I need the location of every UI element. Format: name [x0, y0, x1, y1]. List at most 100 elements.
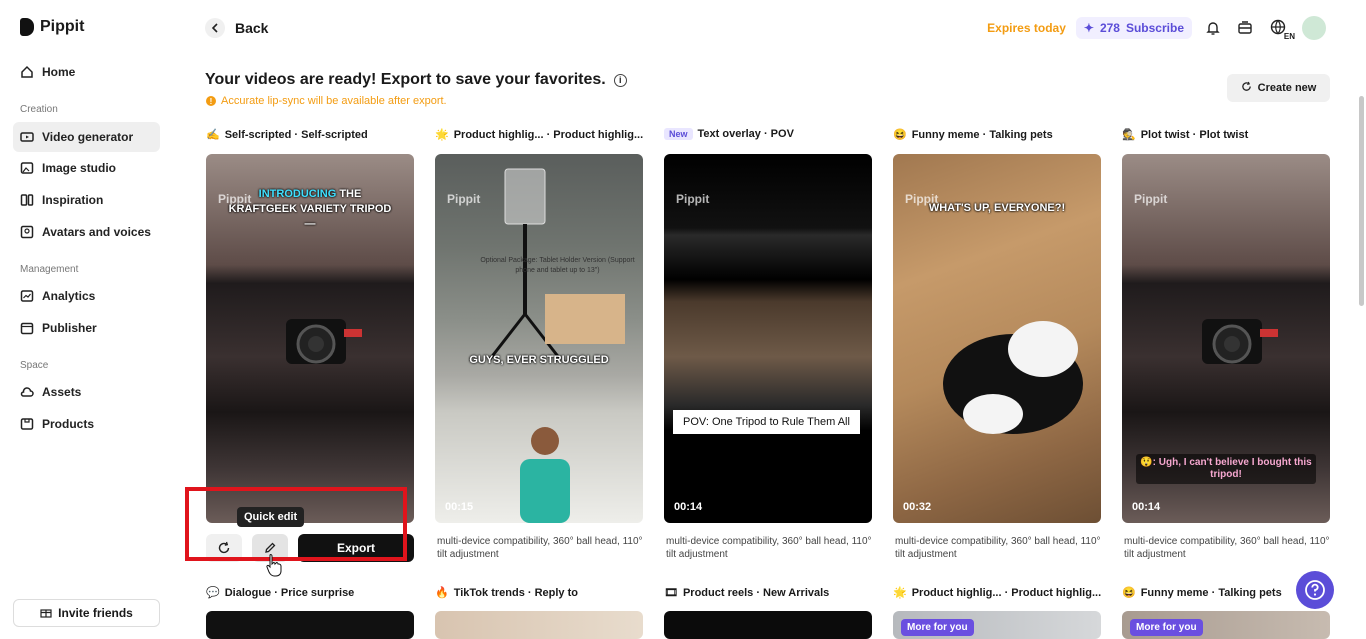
sidebar-item-image-studio[interactable]: Image studio	[13, 153, 160, 183]
bell-icon[interactable]	[1202, 17, 1224, 39]
card-title: 🕵 Plot twist · Plot twist	[1122, 128, 1249, 142]
watermark: Pippit	[676, 192, 710, 206]
video-thumbnail[interactable]: Pippit 😲: Ugh, I can't believe I bought …	[1122, 154, 1330, 523]
sidebar-item-inspiration[interactable]: Inspiration	[13, 185, 160, 215]
sidebar-item-avatars[interactable]: Avatars and voices	[13, 217, 160, 247]
new-badge: New	[664, 128, 693, 140]
sidebar-item-label: Publisher	[42, 321, 97, 335]
cloud-icon	[20, 385, 34, 399]
section-creation: Creation	[20, 104, 58, 115]
page-headline: Your videos are ready! Export to save yo…	[205, 71, 627, 89]
video-caption: multi-device compatibility, 360° ball he…	[1124, 536, 1330, 560]
avatar-icon	[20, 225, 34, 239]
card-title: 🌟 Product highlig... · Product highlig...	[893, 586, 1101, 600]
card-title: ✍ Self-scripted · Self-scripted	[206, 128, 368, 142]
star-icon: 🌟	[893, 587, 907, 599]
card-title: 😆 Funny meme · Talking pets	[1122, 586, 1282, 600]
question-icon	[1305, 580, 1325, 600]
card-title: 🔥 TikTok trends · Reply to	[435, 586, 578, 600]
video-caption: multi-device compatibility, 360° ball he…	[437, 536, 643, 560]
video-thumbnail[interactable]: Pippit POV: One Tripod to Rule Them All …	[664, 154, 872, 523]
sparkle-icon: ✦	[1083, 21, 1094, 35]
video-thumbnail[interactable]	[206, 611, 414, 639]
card-title-text: Dialogue · Price surprise	[224, 586, 355, 599]
sidebar-item-label: Assets	[42, 385, 82, 399]
info-icon[interactable]: i	[613, 73, 627, 87]
sidebar-item-label: Home	[42, 65, 76, 79]
pov-caption: POV: One Tripod to Rule Them All	[673, 410, 860, 434]
sidebar-item-video-generator[interactable]: Video generator	[13, 122, 160, 152]
video-duration: 00:14	[674, 501, 703, 513]
sidebar-item-assets[interactable]: Assets	[13, 377, 160, 407]
card-title-text: Funny meme · Talking pets	[1140, 586, 1282, 599]
subscribe-link[interactable]: Subscribe	[1126, 21, 1184, 35]
image-icon	[20, 161, 34, 175]
video-duration: 00:15	[445, 501, 474, 513]
gift-icon	[40, 606, 52, 621]
film-icon: 🎞	[664, 587, 678, 599]
warning-text: Accurate lip-sync will be available afte…	[221, 95, 447, 107]
video-icon	[20, 130, 34, 144]
card-title-text: Self-scripted · Self-scripted	[224, 128, 368, 141]
globe-language-icon[interactable]: EN	[1266, 17, 1295, 41]
camera-illustration	[286, 319, 362, 364]
home-icon	[20, 65, 34, 79]
star-icon: 🌟	[435, 129, 449, 141]
card-title-text: Text overlay · POV	[697, 128, 794, 140]
top-right-toolbar: Expires today ✦ 278 Subscribe EN	[987, 16, 1326, 41]
back-button[interactable]: Back	[205, 18, 268, 38]
calendar-icon	[20, 321, 34, 335]
cat-illustration	[943, 321, 1083, 434]
sidebar-item-publisher[interactable]: Publisher	[13, 313, 160, 343]
video-overlay-text: INTRODUCING THE KRAFTGEEK VARIETY TRIPOD…	[228, 188, 392, 230]
video-caption: multi-device compatibility, 360° ball he…	[895, 536, 1101, 560]
invite-friends-button[interactable]: Invite friends	[13, 599, 160, 627]
expires-label: Expires today	[987, 21, 1066, 35]
video-thumbnail[interactable]	[435, 611, 643, 639]
video-thumbnail[interactable]: More for you	[1122, 611, 1330, 639]
sidebar-item-products[interactable]: Products	[13, 409, 160, 439]
watermark: Pippit	[1134, 192, 1168, 206]
language-code: EN	[1283, 32, 1295, 41]
create-new-label: Create new	[1257, 82, 1317, 94]
more-for-you-badge: More for you	[1130, 619, 1203, 636]
box-illustration	[545, 294, 625, 344]
person-illustration	[520, 427, 570, 523]
credits-count: 278	[1099, 21, 1120, 35]
card-title-text: TikTok trends · Reply to	[453, 586, 578, 599]
video-overlay-text: WHAT'S UP, EVERYONE?!	[928, 202, 1066, 214]
inspiration-icon	[20, 193, 34, 207]
pippit-logo-icon	[20, 18, 34, 36]
create-new-button[interactable]: Create new	[1227, 74, 1330, 102]
sidebar-item-home[interactable]: Home	[13, 57, 160, 87]
app-logo[interactable]: Pippit	[20, 18, 84, 36]
sidebar-item-label: Inspiration	[42, 193, 104, 207]
video-thumbnail[interactable]: Pippit Optional Package: Tablet Holder V…	[435, 154, 643, 523]
invite-label: Invite friends	[58, 606, 133, 620]
inbox-icon[interactable]	[1234, 17, 1256, 39]
highlight-word: INTRODUCING	[258, 188, 337, 200]
video-thumbnail[interactable]: Pippit INTRODUCING THE KRAFTGEEK VARIETY…	[206, 154, 414, 523]
credits-badge[interactable]: ✦ 278 Subscribe	[1075, 17, 1192, 39]
video-thumbnail[interactable]	[664, 611, 872, 639]
video-thumbnail[interactable]: More for you	[893, 611, 1101, 639]
user-avatar[interactable]	[1302, 16, 1326, 40]
sidebar-item-label: Image studio	[42, 161, 117, 175]
laughing-face-icon: 😆	[1122, 587, 1136, 599]
video-thumbnail[interactable]: Pippit WHAT'S UP, EVERYONE?! 00:32	[893, 154, 1101, 523]
sidebar-item-analytics[interactable]: Analytics	[13, 281, 160, 311]
fire-icon: 🔥	[435, 587, 449, 599]
card-title-text: Product highlig... · Product highlig...	[453, 128, 644, 141]
box-icon	[20, 417, 34, 431]
headline-text: Your videos are ready! Export to save yo…	[205, 71, 606, 88]
card-title: 🎞 Product reels · New Arrivals	[664, 586, 829, 600]
help-button[interactable]	[1296, 571, 1334, 609]
card-title: New Text overlay · POV	[664, 128, 794, 140]
app-name: Pippit	[40, 18, 85, 35]
scrollbar[interactable]	[1359, 96, 1364, 306]
back-label: Back	[235, 20, 269, 36]
card-title: 🌟 Product highlig... · Product highlig...	[435, 128, 644, 142]
card-title-text: Plot twist · Plot twist	[1140, 128, 1249, 141]
sidebar-item-label: Products	[42, 417, 95, 431]
more-for-you-badge: More for you	[901, 619, 974, 636]
